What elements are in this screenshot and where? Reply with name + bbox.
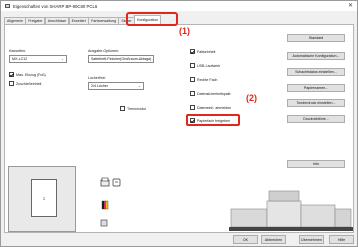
staple-icon bbox=[112, 178, 121, 187]
ausgabe-value: Sattelheft-Finisher(Großraum-Ablage) bbox=[91, 57, 152, 61]
checkbox-faltseinheit-label: Faltseinheit bbox=[197, 49, 216, 54]
machine-illustration bbox=[229, 190, 353, 231]
info-button[interactable]: Info bbox=[287, 160, 345, 168]
checkbox-trennmodul[interactable]: Trennmodul bbox=[120, 106, 146, 111]
checkbox-man-einzug-label: Man. Einzug (Fuß) bbox=[16, 72, 46, 77]
checkbox-zuschiess[interactable]: Zuschießeinheit bbox=[9, 81, 41, 86]
checkbox-man-einzug[interactable]: Man. Einzug (Fuß) bbox=[9, 72, 46, 77]
checkbox-faltseinheit[interactable]: Faltseinheit bbox=[190, 49, 215, 54]
color-icon bbox=[101, 200, 109, 210]
option-icons bbox=[100, 177, 121, 227]
window-title: Eigenschaften von SHARP BP-90C80 PCL6 bbox=[13, 3, 98, 9]
checkbox-rechte-fach-label: Rechte Fach bbox=[197, 77, 218, 82]
apply-button[interactable]: Übernehmen bbox=[299, 235, 324, 244]
checkbox-datensicherheit-label: Datensicherheitspakt bbox=[197, 91, 231, 96]
druckrichtlinie-button[interactable]: Druckrichtlinie... bbox=[287, 115, 345, 123]
checkbox-datensicherheit[interactable]: Datensicherheitspakt bbox=[190, 91, 231, 96]
checkbox-rechte-fach-box[interactable] bbox=[190, 77, 195, 82]
checkbox-trennmodul-label: Trennmodul bbox=[127, 106, 147, 111]
ausgabe-label: Ausgabe-Optionen: bbox=[88, 49, 119, 53]
checkbox-zuschiess-box[interactable] bbox=[9, 81, 14, 86]
checkbox-man-einzug-box[interactable] bbox=[9, 72, 14, 77]
checkbox-dateneinh[interactable]: Dateneinh. abmelden bbox=[190, 105, 231, 110]
tab-highlight-frame bbox=[126, 12, 178, 26]
layout-preview: 1 bbox=[8, 166, 76, 232]
ausgabe-select[interactable]: Sattelheft-Finisher(Großraum-Ablage) ⌄ bbox=[88, 55, 154, 63]
cancel-button[interactable]: Abbrechen bbox=[261, 235, 286, 244]
checkbox-faltseinheit-box[interactable] bbox=[190, 49, 195, 54]
tab-farbverwaltung[interactable]: Farbverwaltung bbox=[88, 17, 119, 24]
checkbox-dateneinh-box[interactable] bbox=[190, 105, 195, 110]
title-bar: Eigenschaften von SHARP BP-90C80 PCL6 ✕ bbox=[1, 1, 357, 11]
checkbox-usb-label: USB-Laufwerk bbox=[197, 63, 221, 68]
machine-icon bbox=[100, 219, 108, 227]
checkbox-trennmodul-box[interactable] bbox=[120, 106, 125, 111]
schachtstatus-button[interactable]: Schachtstatus einstellen... bbox=[287, 68, 345, 76]
kassetten-label: Kassetten: bbox=[9, 49, 26, 53]
tab-freigabe[interactable]: Freigabe bbox=[25, 17, 46, 24]
printer-icon bbox=[100, 177, 110, 187]
papierfach-highlight-frame bbox=[186, 114, 240, 126]
printer-icon bbox=[5, 4, 10, 8]
tab-anschluesse[interactable]: Anschlüsse bbox=[44, 17, 70, 24]
kassetten-select[interactable]: MX-LC12 ⌄ bbox=[9, 55, 67, 63]
close-icon[interactable]: ✕ bbox=[348, 2, 353, 9]
printer-properties-window: Eigenschaften von SHARP BP-90C80 PCL6 ✕ … bbox=[0, 0, 358, 247]
callout-2: (2) bbox=[246, 93, 257, 103]
locher-select[interactable]: 2/4 Löcher ⌄ bbox=[88, 82, 144, 90]
locher-value: 2/4 Löcher bbox=[91, 84, 108, 88]
checkbox-datensicherheit-box[interactable] bbox=[190, 91, 195, 96]
chevron-down-icon: ⌄ bbox=[60, 57, 64, 61]
preview-page: 1 bbox=[31, 179, 57, 217]
papiernamen-button[interactable]: Papiernamen... bbox=[287, 84, 345, 92]
checkbox-usb-box[interactable] bbox=[190, 63, 195, 68]
auto-config-button[interactable]: Automatische Konfiguration... bbox=[287, 52, 345, 60]
checkbox-dateneinh-label: Dateneinh. abmelden bbox=[197, 105, 232, 110]
locher-label: Locherfinit: bbox=[88, 76, 106, 80]
callout-1: (1) bbox=[179, 26, 190, 36]
checkbox-zuschiess-label: Zuschießeinheit bbox=[16, 81, 42, 86]
checkbox-rechte-fach[interactable]: Rechte Fach bbox=[190, 77, 217, 82]
kassetten-value: MX-LC12 bbox=[12, 57, 28, 61]
ok-button[interactable]: OK bbox=[233, 235, 258, 244]
help-button[interactable]: Hilfe bbox=[329, 235, 354, 244]
tab-allgemein[interactable]: Allgemein bbox=[4, 17, 26, 24]
checkbox-usb[interactable]: USB-Laufwerk bbox=[190, 63, 220, 68]
chevron-down-icon: ⌄ bbox=[147, 57, 151, 61]
chevron-down-icon: ⌄ bbox=[137, 84, 141, 88]
standard-button[interactable]: Standard bbox=[287, 34, 345, 42]
tonderdruck-button[interactable]: Tonderdruck einstellen... bbox=[287, 99, 345, 107]
tab-erweitert[interactable]: Erweitert bbox=[68, 17, 89, 24]
